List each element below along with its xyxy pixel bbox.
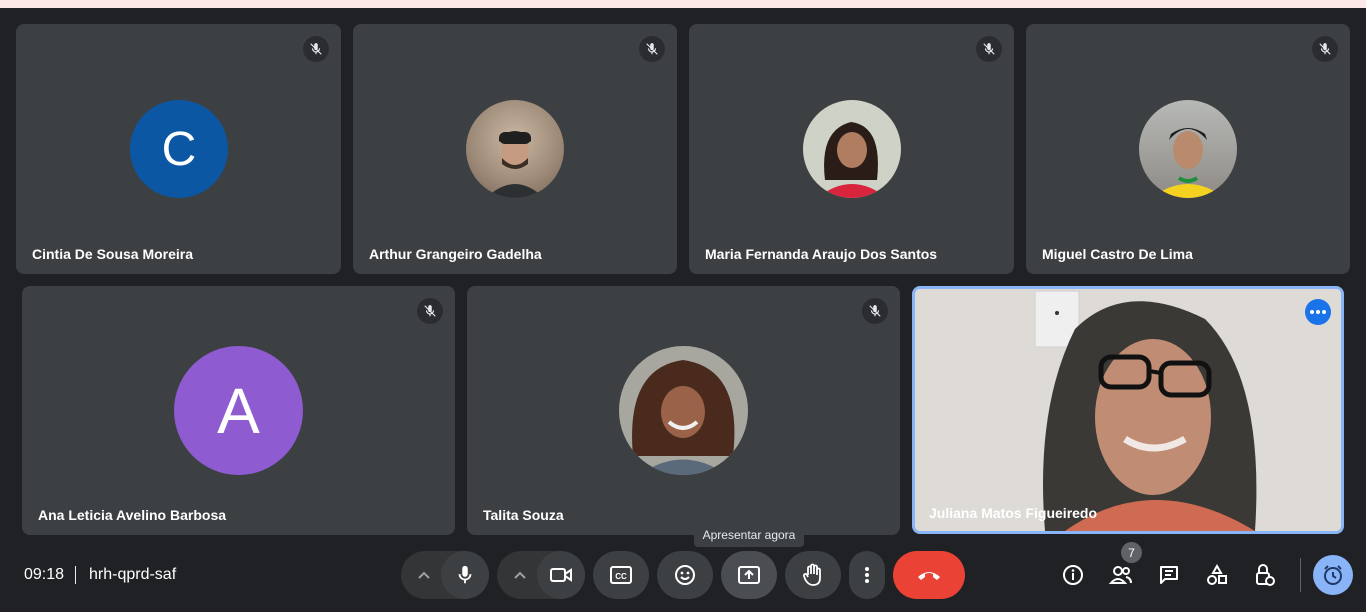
participant-tile-talita[interactable]: Talita Souza <box>467 286 900 535</box>
timer-icon <box>1324 565 1342 585</box>
captions-button[interactable]: CC <box>593 551 649 599</box>
participant-name: Cintia De Sousa Moreira <box>32 246 194 262</box>
mic-icon <box>458 565 472 584</box>
mic-off-icon <box>639 36 665 62</box>
end-call-icon <box>918 572 940 580</box>
activities-icon <box>1207 564 1227 585</box>
participant-tile-maria-fernanda[interactable]: Maria Fernanda Araujo Dos Santos <box>689 24 1014 274</box>
participant-tile-cintia[interactable]: C Cintia De Sousa Moreira <box>16 24 341 274</box>
people-icon <box>1109 566 1132 584</box>
captions-icon: CC <box>610 566 632 584</box>
avatar <box>1139 100 1237 198</box>
divider <box>1300 558 1301 592</box>
meeting-time: 09:18 <box>24 566 65 583</box>
info-icon <box>1063 565 1083 585</box>
svg-text:CC: CC <box>615 572 627 581</box>
video-options-chevron-icon[interactable] <box>508 563 532 587</box>
people-button[interactable] <box>1106 560 1136 590</box>
avatar <box>619 346 748 475</box>
audio-options-chevron-icon[interactable] <box>412 563 436 587</box>
end-call-button[interactable] <box>893 551 965 599</box>
camera-icon <box>550 568 572 582</box>
avatar: A <box>174 346 303 475</box>
present-now-button[interactable] <box>721 551 777 599</box>
meeting-details-button[interactable] <box>1058 560 1088 590</box>
camera-button[interactable] <box>537 551 585 599</box>
more-vert-icon <box>865 567 869 583</box>
mic-off-icon <box>303 36 329 62</box>
mic-off-icon <box>1312 36 1338 62</box>
mic-button[interactable] <box>441 551 489 599</box>
mic-off-icon <box>417 298 443 324</box>
participant-name: Arthur Grangeiro Gadelha <box>369 246 542 262</box>
avatar: C <box>130 100 228 198</box>
emoji-icon <box>675 565 695 585</box>
host-controls-button[interactable] <box>1250 560 1280 590</box>
participant-name: Ana Leticia Avelino Barbosa <box>38 507 227 523</box>
chat-icon <box>1160 566 1178 584</box>
participant-name: Maria Fernanda Araujo Dos Santos <box>705 246 938 262</box>
host-controls-icon <box>1256 564 1275 586</box>
participant-tile-juliana-video[interactable]: Juliana Matos Figueiredo <box>912 286 1344 534</box>
participant-name: Talita Souza <box>483 507 564 523</box>
participant-tile-ana-leticia[interactable]: A Ana Leticia Avelino Barbosa <box>22 286 455 535</box>
present-tooltip: Apresentar agora <box>694 523 804 547</box>
chat-button[interactable] <box>1154 560 1184 590</box>
camera-feed <box>915 289 1341 531</box>
meeting-code[interactable]: hrh-qprd-saf <box>89 566 176 584</box>
timer-button[interactable] <box>1313 555 1353 595</box>
divider <box>75 566 76 584</box>
top-notification-strip <box>0 0 1366 8</box>
mic-off-icon <box>862 298 888 324</box>
more-options-button[interactable] <box>1305 299 1331 325</box>
avatar <box>466 100 564 198</box>
present-icon <box>738 566 760 584</box>
reactions-button[interactable] <box>657 551 713 599</box>
participant-tile-arthur[interactable]: Arthur Grangeiro Gadelha <box>353 24 677 274</box>
participant-tile-miguel[interactable]: Miguel Castro De Lima <box>1026 24 1350 274</box>
raise-hand-button[interactable] <box>785 551 841 599</box>
raise-hand-icon <box>803 563 821 586</box>
participant-name: Juliana Matos Figueiredo <box>929 505 1098 521</box>
more-options-button[interactable] <box>849 551 885 599</box>
participant-name: Miguel Castro De Lima <box>1042 246 1193 262</box>
activities-button[interactable] <box>1202 560 1232 590</box>
avatar <box>803 100 901 198</box>
mic-off-icon <box>976 36 1002 62</box>
